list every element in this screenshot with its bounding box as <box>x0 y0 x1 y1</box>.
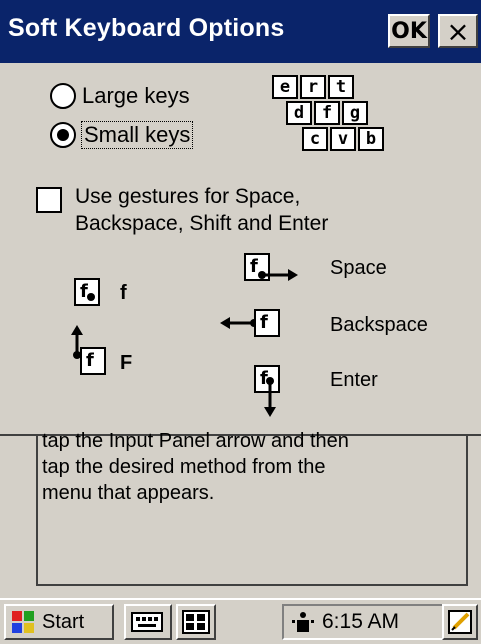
pencil-icon <box>448 610 472 634</box>
keyboard-preview: e r t d f g c v b <box>272 75 392 165</box>
input-panel-button[interactable] <box>176 604 216 640</box>
keyboard-icon <box>131 612 163 632</box>
start-button[interactable]: Start <box>4 604 114 640</box>
notes-button[interactable] <box>442 604 478 640</box>
help-line-2: tap the desired method from the <box>42 456 326 478</box>
help-line-3: menu that appears. <box>42 482 215 504</box>
window-title: Soft Keyboard Options <box>8 14 285 42</box>
clock[interactable]: 6:15 AM <box>322 610 399 634</box>
title-bar: Soft Keyboard Options OK × <box>0 0 481 63</box>
large-keys-option[interactable]: Large keys <box>50 83 190 109</box>
system-tray: 6:15 AM <box>282 604 468 640</box>
small-keys-label: Small keys <box>80 121 194 149</box>
taskbar: Start 6:15 AM <box>0 598 481 644</box>
preview-key: b <box>358 127 384 151</box>
gesture-enter-label: Enter <box>330 369 378 391</box>
large-keys-radio[interactable] <box>50 83 76 109</box>
small-keys-radio[interactable] <box>50 122 76 148</box>
preview-key: r <box>300 75 326 99</box>
preview-key: v <box>330 127 356 151</box>
help-line-1: tap the Input Panel arrow and then <box>42 430 349 452</box>
large-keys-label: Large keys <box>82 83 190 108</box>
gestures-checkbox[interactable] <box>36 187 62 213</box>
start-label: Start <box>42 610 85 633</box>
connectivity-icon[interactable] <box>290 609 316 635</box>
gesture-tap-result: f <box>120 282 127 304</box>
help-text: tap the Input Panel arrow and then tap t… <box>42 428 452 506</box>
close-button[interactable]: × <box>438 14 478 48</box>
windows-flag-icon <box>12 611 34 633</box>
input-method-button[interactable] <box>124 604 172 640</box>
preview-key: t <box>328 75 354 99</box>
gesture-space-label: Space <box>330 257 387 279</box>
gestures-label-line2: Backspace, Shift and Enter <box>75 212 329 235</box>
gestures-label: Use gestures for Space, Backspace, Shift… <box>75 183 328 237</box>
arrow-up-icon <box>71 325 83 359</box>
options-dialog: Large keys Small keys e r t d f g c v b … <box>14 63 466 436</box>
arrow-down-icon <box>264 377 276 417</box>
gesture-backspace-label: Backspace <box>330 314 428 336</box>
preview-key: g <box>342 101 368 125</box>
preview-key: d <box>286 101 312 125</box>
gesture-shift-result: F <box>120 352 133 374</box>
input-panel-icon <box>182 610 210 634</box>
preview-key: e <box>272 75 298 99</box>
tap-dot-icon <box>87 293 95 301</box>
preview-key: c <box>302 127 328 151</box>
small-keys-option[interactable]: Small keys <box>50 121 194 149</box>
ok-button[interactable]: OK <box>388 14 430 48</box>
arrow-right-icon <box>258 269 298 281</box>
gestures-label-line1: Use gestures for Space, <box>75 185 301 208</box>
gesture-backspace-key: f <box>254 309 280 337</box>
preview-key: f <box>314 101 340 125</box>
